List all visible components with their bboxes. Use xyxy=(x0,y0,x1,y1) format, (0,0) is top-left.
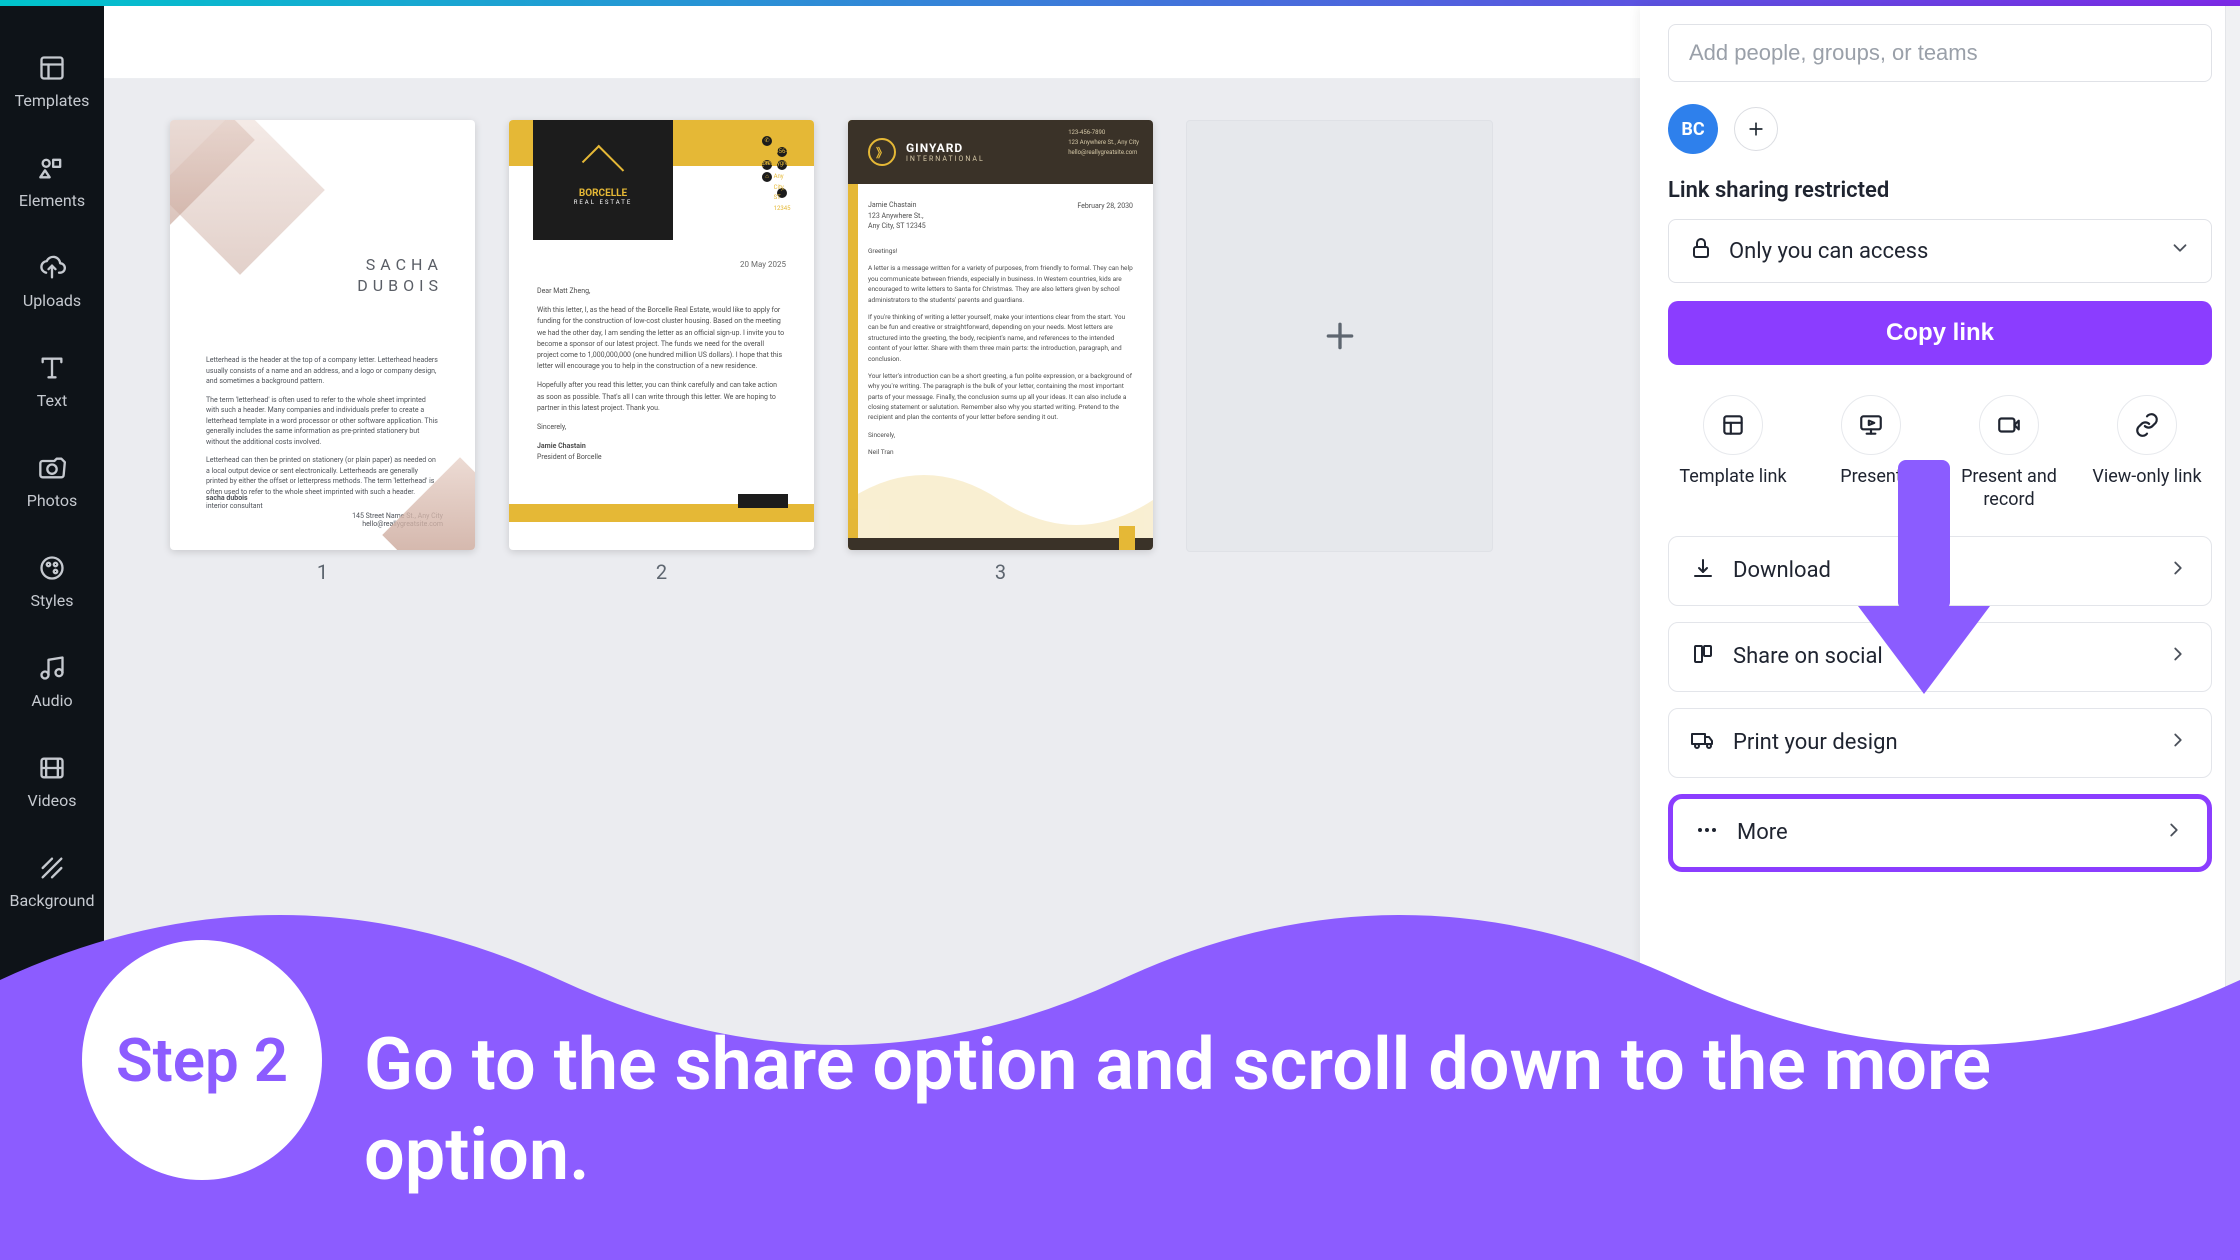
chevron-right-icon xyxy=(2167,557,2189,585)
print-design-row[interactable]: Print your design xyxy=(1668,708,2212,778)
share-options: Download Share on social Print your desi… xyxy=(1668,536,2212,872)
step-text: Go to the share option and scroll down t… xyxy=(364,1020,2160,1200)
page-number-1: 1 xyxy=(317,560,328,584)
sidebar-item-photos[interactable]: Photos xyxy=(0,430,104,530)
add-people-input[interactable] xyxy=(1668,24,2212,82)
sidebar-item-text[interactable]: Text xyxy=(0,330,104,430)
link-sharing-title: Link sharing restricted xyxy=(1668,178,2212,203)
access-label: Only you can access xyxy=(1729,239,1928,264)
download-row[interactable]: Download xyxy=(1668,536,2212,606)
present-icon xyxy=(1841,395,1901,455)
page-thumb-2[interactable]: BORCELLEREAL ESTATE ✆123-456-7890 ✉hello… xyxy=(509,120,814,550)
page-thumbnails: SACHADUBOIS Letterhead is the header at … xyxy=(170,120,1492,586)
present-record-button[interactable]: Present and record xyxy=(1944,395,2074,512)
step-banner: Step 2 Go to the share option and scroll… xyxy=(0,940,2240,1260)
sidebar-item-background[interactable]: Background xyxy=(0,830,104,930)
sidebar-label-background: Background xyxy=(9,891,94,910)
sidebar-item-templates[interactable]: Templates xyxy=(0,30,104,130)
page-thumb-1[interactable]: SACHADUBOIS Letterhead is the header at … xyxy=(170,120,475,550)
chevron-right-icon xyxy=(2163,819,2185,847)
download-icon xyxy=(1691,556,1715,586)
share-grid: Template link Present Present and record… xyxy=(1668,395,2212,512)
page-card-1[interactable]: SACHADUBOIS Letterhead is the header at … xyxy=(170,120,475,586)
page-card-2[interactable]: BORCELLEREAL ESTATE ✆123-456-7890 ✉hello… xyxy=(509,120,814,586)
sidebar-label-audio: Audio xyxy=(31,691,72,710)
view-only-link-button[interactable]: View-only link xyxy=(2082,395,2212,512)
template-link-button[interactable]: Template link xyxy=(1668,395,1798,512)
present-button[interactable]: Present xyxy=(1806,395,1936,512)
sidebar-item-styles[interactable]: Styles xyxy=(0,530,104,630)
share-social-icon xyxy=(1691,642,1715,672)
add-person-button[interactable] xyxy=(1734,107,1778,151)
templates-icon xyxy=(35,51,69,85)
sidebar-item-elements[interactable]: Elements xyxy=(0,130,104,230)
styles-icon xyxy=(35,551,69,585)
page-card-3[interactable]: 》 GINYARDINTERNATIONAL 123-456-7890 123 … xyxy=(848,120,1153,586)
present-record-icon xyxy=(1979,395,2039,455)
plus-icon xyxy=(1320,316,1360,356)
sidebar-item-audio[interactable]: Audio xyxy=(0,630,104,730)
page-number-2: 2 xyxy=(656,560,667,584)
sidebar-label-text: Text xyxy=(37,391,67,410)
text-icon xyxy=(35,351,69,385)
sidebar-label-photos: Photos xyxy=(27,491,78,510)
template-link-icon xyxy=(1703,395,1763,455)
chevron-down-icon xyxy=(2169,237,2191,265)
sidebar-label-uploads: Uploads xyxy=(23,291,81,310)
avatar[interactable]: BC xyxy=(1668,104,1718,154)
audio-icon xyxy=(35,651,69,685)
sidebar-item-uploads[interactable]: Uploads xyxy=(0,230,104,330)
link-icon xyxy=(2117,395,2177,455)
page-thumb-3[interactable]: 》 GINYARDINTERNATIONAL 123-456-7890 123 … xyxy=(848,120,1153,550)
background-icon xyxy=(35,851,69,885)
sidebar-label-templates: Templates xyxy=(15,91,90,110)
chevron-right-icon xyxy=(2167,729,2189,757)
copy-link-button[interactable]: Copy link xyxy=(1668,301,2212,365)
more-icon xyxy=(1695,818,1719,848)
step-badge: Step 2 xyxy=(82,940,322,1180)
uploads-icon xyxy=(35,251,69,285)
plus-icon xyxy=(1746,119,1766,139)
add-page-button[interactable] xyxy=(1186,120,1493,552)
elements-icon xyxy=(35,151,69,185)
truck-icon xyxy=(1691,728,1715,758)
sidebar-label-videos: Videos xyxy=(28,791,77,810)
sidebar-label-styles: Styles xyxy=(31,591,74,610)
more-row[interactable]: More xyxy=(1668,794,2212,872)
add-page-card[interactable] xyxy=(1187,120,1492,586)
sidebar-item-videos[interactable]: Videos xyxy=(0,730,104,830)
lock-icon xyxy=(1689,236,1713,266)
photos-icon xyxy=(35,451,69,485)
chevron-right-icon xyxy=(2167,643,2189,671)
sidebar-label-elements: Elements xyxy=(19,191,85,210)
access-dropdown[interactable]: Only you can access xyxy=(1668,219,2212,283)
page-number-3: 3 xyxy=(995,560,1006,584)
share-social-row[interactable]: Share on social xyxy=(1668,622,2212,692)
videos-icon xyxy=(35,751,69,785)
